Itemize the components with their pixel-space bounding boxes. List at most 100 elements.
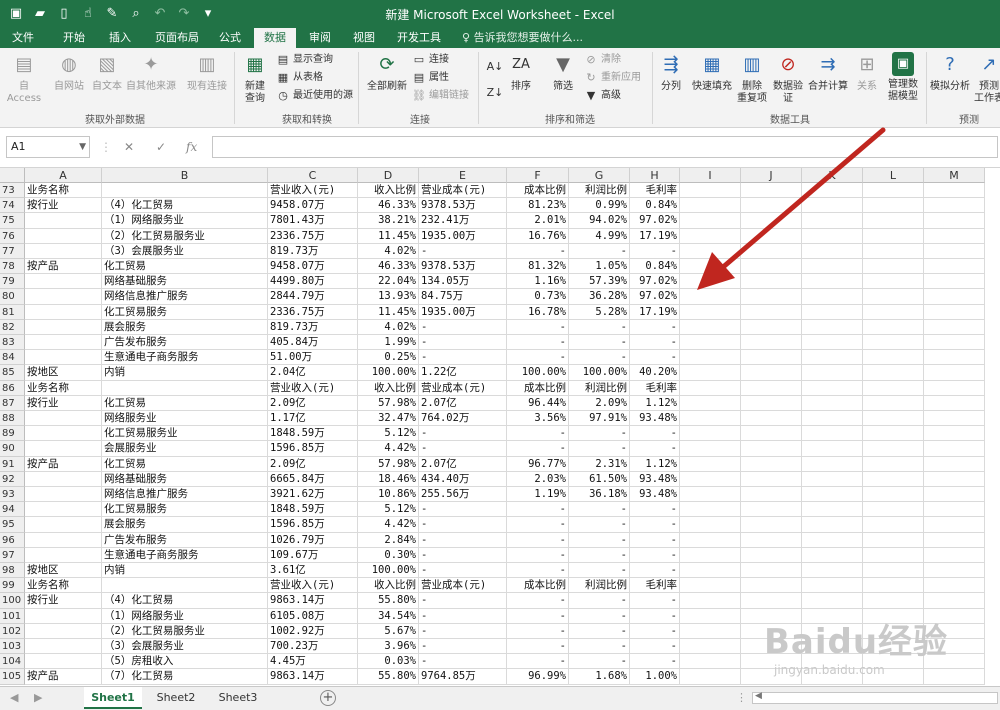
cell-B[interactable]: （5）房租收入 — [102, 654, 268, 670]
cell-B[interactable]: 会展服务业 — [102, 441, 268, 457]
cell-B[interactable]: 生意通电子商务服务 — [102, 547, 268, 563]
cell-G[interactable]: 0.99% — [569, 198, 630, 214]
cell-K[interactable] — [802, 456, 863, 472]
cell-E[interactable]: - — [419, 243, 507, 259]
column-header-K[interactable]: K — [802, 168, 863, 183]
scroll-split-icon[interactable]: ⋮ — [736, 691, 747, 704]
row-header[interactable]: 80 — [0, 289, 25, 305]
row-header[interactable]: 81 — [0, 304, 25, 320]
cell-G[interactable]: - — [569, 639, 630, 655]
cell-D[interactable]: 46.33% — [358, 259, 419, 275]
cell-G[interactable]: 97.91% — [569, 411, 630, 427]
cell-A[interactable] — [25, 350, 102, 366]
cell-M[interactable] — [924, 395, 985, 411]
cell-M[interactable] — [924, 593, 985, 609]
cell-H[interactable]: 0.84% — [630, 198, 680, 214]
cell-L[interactable] — [863, 517, 924, 533]
cell-K[interactable] — [802, 547, 863, 563]
cell-A[interactable] — [25, 289, 102, 305]
cell-B[interactable]: 化工贸易服务 — [102, 304, 268, 320]
cell-J[interactable] — [741, 411, 802, 427]
cell-A[interactable] — [25, 335, 102, 351]
column-header-M[interactable]: M — [924, 168, 985, 183]
cell-H[interactable]: - — [630, 441, 680, 457]
cell-F[interactable]: - — [507, 563, 569, 579]
cell-C[interactable]: 9458.07万 — [268, 198, 358, 214]
cell-M[interactable] — [924, 213, 985, 229]
row-header[interactable]: 97 — [0, 547, 25, 563]
cell-D[interactable]: 57.98% — [358, 456, 419, 472]
cell-H[interactable]: 97.02% — [630, 274, 680, 290]
cell-E[interactable]: - — [419, 547, 507, 563]
column-header-G[interactable]: G — [569, 168, 630, 183]
cell-D[interactable]: 4.42% — [358, 517, 419, 533]
cell-C[interactable]: 2844.79万 — [268, 289, 358, 305]
text-to-columns-button[interactable]: ⇶ 分列 — [656, 52, 686, 93]
cell-A[interactable] — [25, 532, 102, 548]
cell-F[interactable]: 成本比例 — [507, 183, 569, 199]
cell-M[interactable] — [924, 259, 985, 275]
cell-G[interactable]: - — [569, 441, 630, 457]
cell-L[interactable] — [863, 228, 924, 244]
cell-L[interactable] — [863, 487, 924, 503]
cell-F[interactable]: 96.44% — [507, 395, 569, 411]
add-sheet-button[interactable]: + — [320, 690, 336, 706]
cell-M[interactable] — [924, 243, 985, 259]
next-sheet-icon[interactable]: ▶ — [34, 691, 42, 704]
column-header-F[interactable]: F — [507, 168, 569, 183]
cell-K[interactable] — [802, 304, 863, 320]
row-header[interactable]: 75 — [0, 213, 25, 229]
cell-G[interactable]: 57.39% — [569, 274, 630, 290]
cell-F[interactable]: 2.01% — [507, 213, 569, 229]
cell-D[interactable]: 5.12% — [358, 426, 419, 442]
cell-G[interactable]: - — [569, 319, 630, 335]
cell-I[interactable] — [680, 365, 741, 381]
cell-G[interactable]: 1.68% — [569, 669, 630, 685]
remove-duplicates-button[interactable]: ▥ 删除 重复项 — [734, 52, 770, 105]
cell-L[interactable] — [863, 335, 924, 351]
cell-I[interactable] — [680, 654, 741, 670]
cell-H[interactable]: 97.02% — [630, 213, 680, 229]
cell-C[interactable]: 营业收入(元) — [268, 578, 358, 594]
row-header[interactable]: 98 — [0, 563, 25, 579]
cell-H[interactable]: - — [630, 654, 680, 670]
refresh-all-button[interactable]: ⟳ 全部刷新 — [364, 52, 410, 93]
cell-D[interactable]: 5.67% — [358, 623, 419, 639]
cell-G[interactable]: - — [569, 608, 630, 624]
tab-page-layout[interactable]: 页面布局 — [146, 28, 208, 48]
cell-H[interactable]: - — [630, 593, 680, 609]
cell-J[interactable] — [741, 243, 802, 259]
cell-H[interactable]: - — [630, 243, 680, 259]
cell-D[interactable]: 11.45% — [358, 304, 419, 320]
flash-fill-button[interactable]: ▦ 快速填充 — [690, 52, 734, 93]
cell-J[interactable] — [741, 183, 802, 199]
cell-F[interactable]: 100.00% — [507, 365, 569, 381]
cell-J[interactable] — [741, 547, 802, 563]
cell-K[interactable] — [802, 243, 863, 259]
cell-J[interactable] — [741, 456, 802, 472]
cell-B[interactable]: 广告发布服务 — [102, 532, 268, 548]
properties-button[interactable]: ▤ 属性 — [412, 70, 449, 86]
cell-G[interactable]: 1.05% — [569, 259, 630, 275]
cell-E[interactable]: - — [419, 426, 507, 442]
cell-J[interactable] — [741, 365, 802, 381]
cell-I[interactable] — [680, 319, 741, 335]
column-header-B[interactable]: B — [102, 168, 268, 183]
cell-C[interactable]: 1848.59万 — [268, 502, 358, 518]
cell-K[interactable] — [802, 335, 863, 351]
cell-B[interactable]: 网络基础服务 — [102, 274, 268, 290]
cell-C[interactable]: 819.73万 — [268, 319, 358, 335]
cell-E[interactable]: - — [419, 593, 507, 609]
cell-A[interactable] — [25, 547, 102, 563]
cell-A[interactable]: 业务名称 — [25, 578, 102, 594]
cell-L[interactable] — [863, 380, 924, 396]
cell-A[interactable]: 按产品 — [25, 259, 102, 275]
cell-D[interactable]: 4.02% — [358, 243, 419, 259]
cell-K[interactable] — [802, 411, 863, 427]
cell-E[interactable]: 营业成本(元) — [419, 578, 507, 594]
cell-H[interactable]: 毛利率 — [630, 183, 680, 199]
cell-J[interactable] — [741, 213, 802, 229]
cell-G[interactable]: - — [569, 243, 630, 259]
cell-F[interactable]: 16.78% — [507, 304, 569, 320]
cell-F[interactable]: 96.77% — [507, 456, 569, 472]
